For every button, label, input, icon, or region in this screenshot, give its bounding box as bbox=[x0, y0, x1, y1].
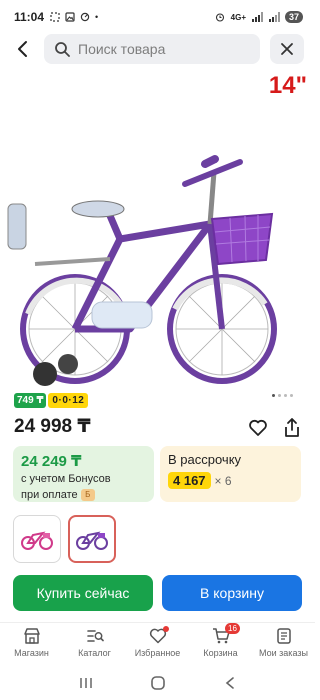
alarm-icon bbox=[215, 13, 224, 22]
recents-icon[interactable] bbox=[78, 676, 94, 690]
battery-indicator: 37 bbox=[284, 11, 303, 23]
nav-cart[interactable]: 16 Корзина bbox=[189, 623, 252, 666]
product-price: 24 998 ₸ bbox=[14, 416, 91, 437]
nav-catalog-label: Каталог bbox=[78, 648, 111, 658]
search-input[interactable] bbox=[78, 41, 248, 57]
favorite-heart-icon[interactable] bbox=[248, 418, 268, 438]
bonus-line1: с учетом Бонусов bbox=[21, 473, 111, 485]
search-box[interactable] bbox=[44, 34, 260, 64]
bicycle-image bbox=[7, 155, 277, 386]
bicycle-thumbnail-icon bbox=[21, 531, 53, 550]
status-time: 11:04 bbox=[14, 10, 45, 24]
installment-title: В рассрочку bbox=[168, 452, 242, 467]
store-icon bbox=[23, 628, 40, 644]
nav-cart-label: Корзина bbox=[203, 648, 238, 658]
pagination-dot bbox=[278, 394, 281, 397]
nav-store[interactable]: Магазин bbox=[0, 623, 63, 666]
status-bar: 11:04 • 4G+ 37 bbox=[0, 0, 315, 34]
installment-multiplier: × 6 bbox=[214, 473, 232, 488]
bicycle-thumbnail-icon bbox=[76, 531, 108, 550]
thumbnail-2[interactable] bbox=[68, 515, 116, 563]
installment-badges: 749 ₸ 0·0·12 bbox=[14, 393, 89, 408]
bonus-coin-icon: Б bbox=[80, 489, 95, 502]
add-to-cart-button[interactable]: В корзину bbox=[162, 575, 302, 611]
installment-monthly: 4 167 bbox=[168, 472, 211, 489]
signal-icon bbox=[251, 12, 263, 22]
pagination-dot bbox=[272, 394, 275, 397]
pagination-dot bbox=[290, 394, 293, 397]
orders-icon bbox=[276, 628, 291, 644]
bonus-price-card[interactable]: 24 249 ₸ с учетом Бонусов при оплате Б bbox=[13, 446, 154, 502]
network-label: 4G+ bbox=[230, 12, 246, 22]
pagination-dot bbox=[284, 394, 287, 397]
nav-orders[interactable]: Мои заказы bbox=[252, 623, 315, 666]
gallery-icon bbox=[65, 12, 75, 22]
dot-icon: • bbox=[95, 12, 99, 22]
signal2-icon bbox=[268, 12, 280, 22]
buy-now-button[interactable]: Купить сейчас bbox=[13, 575, 153, 611]
search-icon bbox=[55, 42, 70, 57]
nav-orders-label: Мои заказы bbox=[259, 648, 308, 658]
bonus-line2: при оплате bbox=[21, 489, 78, 501]
share-icon[interactable] bbox=[282, 417, 302, 439]
nav-favorites-label: Избранное bbox=[134, 648, 181, 658]
installment-plan-badge: 0·0·12 bbox=[48, 393, 89, 408]
favorites-dot bbox=[163, 626, 169, 632]
close-button[interactable] bbox=[270, 34, 304, 64]
screenshot-icon bbox=[50, 12, 60, 22]
back-arrow-icon[interactable] bbox=[12, 38, 34, 60]
bottom-navigation: Магазин Каталог Избранное 16 Корзина Мои… bbox=[0, 622, 315, 666]
nav-favorites[interactable]: Избранное bbox=[126, 623, 189, 666]
installment-price-badge: 749 ₸ bbox=[14, 393, 47, 408]
close-icon bbox=[281, 43, 293, 55]
nav-catalog[interactable]: Каталог bbox=[63, 623, 126, 666]
system-navigation bbox=[0, 666, 315, 700]
home-icon[interactable] bbox=[150, 675, 166, 691]
back-icon[interactable] bbox=[223, 676, 237, 690]
thumbnail-1[interactable] bbox=[13, 515, 61, 563]
nav-store-label: Магазин bbox=[14, 648, 49, 658]
bonus-price: 24 249 ₸ bbox=[21, 453, 82, 470]
installment-card[interactable]: В рассрочку 4 167 × 6 bbox=[160, 446, 301, 502]
sync-icon bbox=[80, 12, 90, 22]
catalog-icon bbox=[86, 630, 104, 642]
search-header bbox=[0, 34, 315, 64]
cart-count-badge: 16 bbox=[225, 623, 240, 634]
size-label: 14" bbox=[268, 72, 307, 99]
product-image-gallery[interactable]: 14" bbox=[0, 64, 315, 394]
